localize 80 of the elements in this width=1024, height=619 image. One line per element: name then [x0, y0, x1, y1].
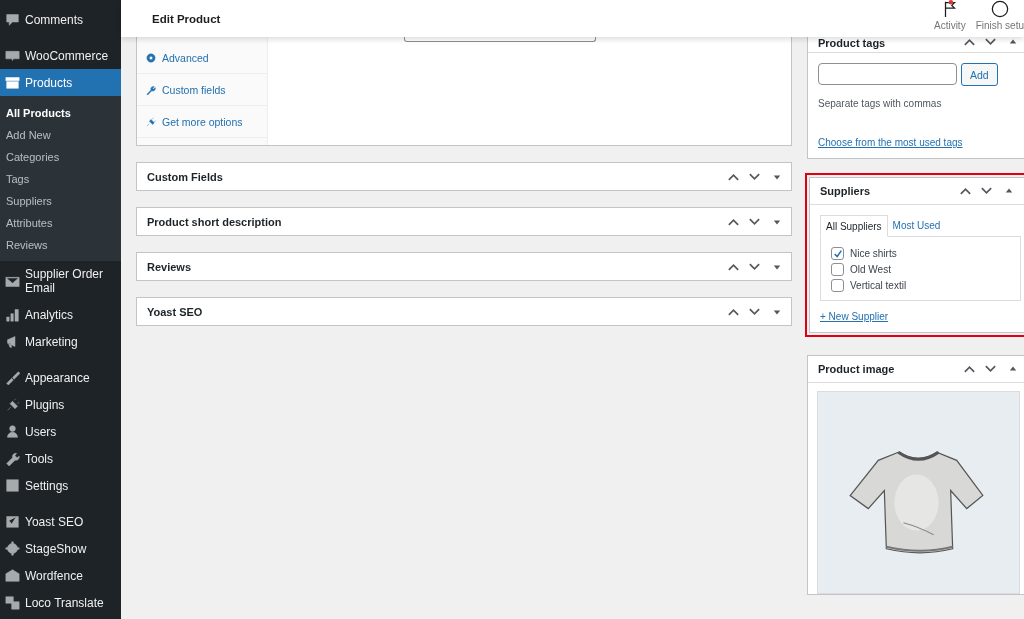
hint-text: Separate tags with commas	[818, 98, 943, 109]
chevron-up-icon[interactable]	[963, 364, 976, 374]
chevron-up-icon[interactable]	[959, 186, 972, 196]
caret-icon[interactable]	[773, 262, 781, 271]
chevron-up-icon[interactable]	[727, 261, 740, 272]
menu-item[interactable]: Plugins	[0, 391, 121, 418]
checkbox[interactable]	[831, 279, 844, 292]
menu-item[interactable]: Appearance	[0, 364, 121, 391]
chevron-down-icon[interactable]	[984, 37, 997, 47]
checkbox[interactable]	[831, 247, 844, 260]
menu-item[interactable]: Loco Translate	[0, 589, 121, 616]
collapse-triangle-icon[interactable]	[1009, 38, 1017, 46]
checkbox-label: Vertical textil	[850, 280, 907, 291]
product-data-tab[interactable]: Custom fields	[137, 74, 267, 106]
add-button[interactable]: Add	[961, 63, 998, 86]
submenu-item[interactable]: Categories	[0, 146, 121, 168]
checkbox-label: Nice shirts	[850, 248, 897, 259]
menu-item[interactable]: Marketing	[0, 328, 121, 355]
menu-item[interactable]: Settings	[0, 472, 121, 499]
archive-icon	[5, 75, 20, 90]
chevron-up-icon[interactable]	[727, 306, 740, 317]
collapse-triangle-icon[interactable]	[1009, 365, 1017, 373]
product-data-tab[interactable]: Advanced	[137, 42, 267, 74]
menu-item[interactable]: Comments	[0, 6, 121, 33]
checkbox[interactable]	[831, 263, 844, 276]
check-icon	[5, 514, 20, 529]
tab[interactable]: Most Used	[887, 215, 946, 236]
chevron-down-icon[interactable]	[748, 216, 761, 227]
collapsed-panel[interactable]: Reviews	[136, 252, 792, 281]
caret-icon[interactable]	[773, 307, 781, 316]
chevron-down-icon[interactable]	[748, 171, 761, 182]
submenu-item[interactable]: Attributes	[0, 212, 121, 234]
bar-chart-icon	[5, 307, 20, 322]
collapsed-panel[interactable]: Yoast SEO	[136, 297, 792, 326]
new-supplier-link[interactable]: + New Supplier	[820, 311, 889, 322]
submenu-item[interactable]: All Products	[0, 102, 121, 124]
wrench-icon	[5, 451, 20, 466]
menu-item[interactable]: Wordfence	[0, 562, 121, 589]
collapsed-panel[interactable]: Custom Fields	[136, 162, 792, 191]
menu-item[interactable]: Yoast SEO	[0, 508, 121, 535]
tab[interactable]: All Suppliers	[820, 215, 888, 237]
panel-title: Product image	[818, 363, 895, 375]
panel-title: Product tags	[818, 37, 886, 49]
caret-icon[interactable]	[773, 172, 781, 181]
product-data-tab[interactable]: Get more options	[137, 106, 267, 138]
header-action[interactable]: Finish setu	[975, 0, 1024, 37]
submenu-item[interactable]: Suppliers	[0, 190, 121, 212]
menu-item[interactable]: Products	[0, 69, 121, 96]
user-icon	[5, 424, 20, 439]
caret-icon[interactable]	[773, 217, 781, 226]
checkbox-label: Old West	[850, 264, 891, 275]
circle-icon	[990, 0, 1009, 18]
submenu-item[interactable]: Add New	[0, 124, 121, 146]
speech-bubble-icon	[5, 12, 20, 27]
menu-item[interactable]: Analytics	[0, 301, 121, 328]
wrench-icon	[146, 84, 156, 95]
chevron-down-icon[interactable]	[980, 186, 993, 196]
menu-item[interactable]: StageShow	[0, 535, 121, 562]
most-used-tags-link[interactable]: Choose from the most used tags	[818, 137, 963, 148]
input-field[interactable]	[403, 37, 596, 42]
chevron-down-icon[interactable]	[984, 364, 997, 374]
chevron-up-icon[interactable]	[963, 37, 976, 47]
menu-item[interactable]: WooCommerce	[0, 42, 121, 69]
chevron-up-icon[interactable]	[727, 171, 740, 182]
submenu-item[interactable]: Tags	[0, 168, 121, 190]
collapse-triangle-icon[interactable]	[1005, 187, 1013, 195]
building-icon	[5, 568, 20, 583]
brush-icon	[5, 370, 20, 385]
panel-title: Suppliers	[820, 185, 871, 197]
menu-item[interactable]: Tools	[0, 445, 121, 472]
header-action[interactable]: Activity	[933, 0, 966, 37]
chevron-down-icon[interactable]	[748, 261, 761, 272]
page-title: Edit Product	[152, 12, 221, 25]
chevron-up-icon[interactable]	[727, 216, 740, 227]
collapsed-panel[interactable]: Product short description	[136, 207, 792, 236]
menu-item[interactable]: Users	[0, 418, 121, 445]
tag-input[interactable]	[818, 63, 957, 85]
chevron-down-icon[interactable]	[748, 306, 761, 317]
menu-item[interactable]: Supplier Order Email	[0, 261, 121, 301]
submenu-item[interactable]: Reviews	[0, 234, 121, 256]
